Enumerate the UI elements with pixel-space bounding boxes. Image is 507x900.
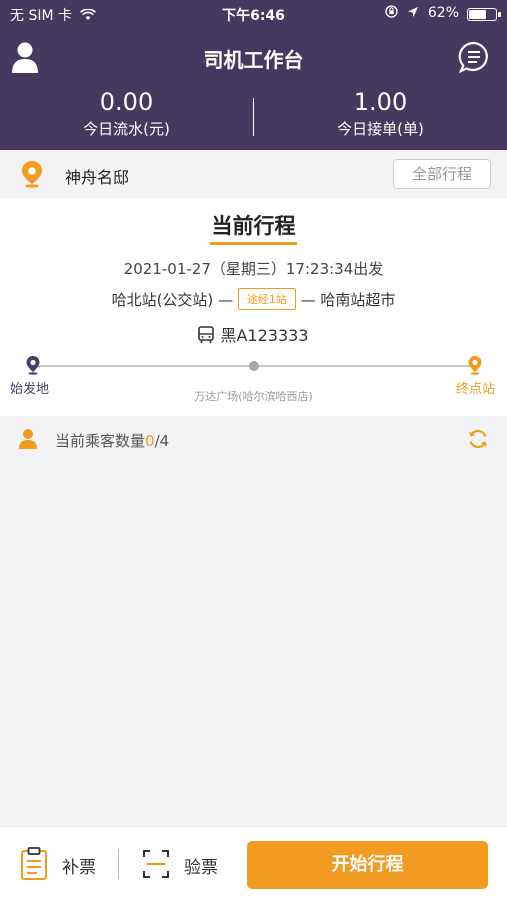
start-pin-icon (26, 356, 40, 375)
departure-time: 2021-01-27（星期三）17:23:34出发 (123, 260, 384, 278)
battery-fill (469, 10, 487, 19)
route-track: 始发地 万达广场(哈尔滨哈西店) 终点站 (0, 356, 507, 416)
check-ticket-button[interactable]: 验票 (142, 847, 222, 881)
location-row: 神舟名邸 全部行程 (0, 150, 507, 198)
plate-number: 黑A123333 (220, 326, 309, 345)
status-bar: 无 SIM 卡 下午6:46 62% (0, 0, 507, 28)
orders-label: 今日接单(单) (337, 120, 424, 138)
via-stops-badge[interactable]: 途经1站 (237, 288, 296, 310)
mid-stop-label: 万达广场(哈尔滨哈西店) (194, 390, 313, 403)
battery-icon (467, 8, 501, 21)
bottom-bar: 补票 验票 开始行程 (0, 826, 507, 900)
passenger-capacity: /4 (154, 432, 170, 450)
current-trip-card: 当前行程 2021-01-27（星期三）17:23:34出发 哈北站(公交站) … (0, 198, 507, 416)
location-pin-icon (22, 161, 42, 188)
plate-row: 黑A123333 (0, 322, 507, 346)
passenger-icon (19, 429, 37, 449)
mid-stop-dot (249, 361, 259, 371)
revenue-stat: 0.00 今日流水(元) (0, 88, 253, 139)
clipboard-icon (21, 847, 47, 880)
battery-percent: 62% (427, 5, 459, 21)
trip-title: 当前行程 (211, 214, 296, 238)
route-from: 哈北站(公交站) (111, 291, 214, 309)
route: 哈北站(公交站) — 途经1站 — 哈南站超市 (0, 288, 507, 310)
end-pin-icon (468, 356, 482, 375)
bottom-divider (118, 849, 119, 879)
check-label: 验票 (184, 858, 218, 878)
chat-icon[interactable] (457, 40, 491, 74)
stats-bar: 0.00 今日流水(元) 1.00 今日接单(单) (0, 88, 507, 148)
passenger-label: 当前乘客数量 (55, 432, 146, 450)
passenger-count: 当前乘客数量0/4 (55, 430, 169, 451)
orders-stat: 1.00 今日接单(单) (254, 88, 507, 139)
route-to: 哈南站超市 (320, 291, 396, 309)
supplement-label: 补票 (62, 858, 96, 878)
nav-bar: 司机工作台 (0, 28, 507, 86)
route-dash: — (218, 291, 238, 309)
header: 无 SIM 卡 下午6:46 62% 司机工作台 0.00 今日流水(元) 1.… (0, 0, 507, 150)
title-underline (210, 242, 297, 245)
revenue-value: 0.00 (99, 88, 154, 116)
supplement-ticket-button[interactable]: 补票 (20, 847, 100, 881)
bus-icon (198, 326, 215, 343)
location-name: 神舟名邸 (65, 168, 130, 187)
route-dash: — (300, 291, 321, 309)
orders-value: 1.00 (353, 88, 408, 116)
lock-rotation-icon (385, 5, 398, 18)
page-title: 司机工作台 (203, 48, 304, 72)
all-trips-button[interactable]: 全部行程 (393, 159, 491, 189)
passenger-current: 0 (145, 432, 155, 450)
start-trip-button[interactable]: 开始行程 (247, 841, 488, 889)
revenue-label: 今日流水(元) (83, 120, 170, 138)
location-arrow-icon (408, 7, 419, 17)
passenger-row: 当前乘客数量0/4 (0, 420, 507, 460)
end-label: 终点站 (455, 382, 495, 397)
refresh-icon[interactable] (467, 428, 489, 450)
scan-icon (143, 850, 169, 878)
